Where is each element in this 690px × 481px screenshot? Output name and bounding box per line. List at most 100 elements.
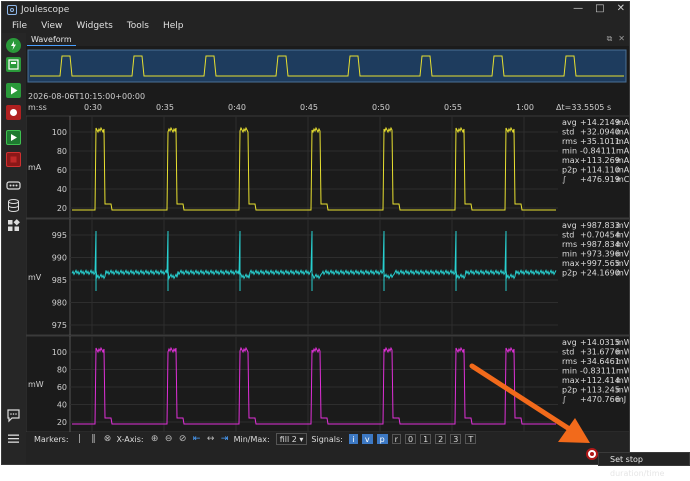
stat-unit: mA (616, 137, 630, 146)
stat-unit: mW (616, 338, 630, 347)
overview-strip[interactable] (27, 49, 627, 83)
jump-end-icon[interactable]: ⇥ (220, 434, 230, 444)
menu-widgets[interactable]: Widgets (76, 21, 112, 31)
y-tick-label: 100 (52, 128, 67, 137)
y-tick-label: 80 (57, 366, 67, 375)
power-icon[interactable] (6, 38, 21, 53)
tab-waveform[interactable]: Waveform (27, 34, 76, 47)
zoom-out-icon[interactable]: ⊖ (164, 434, 174, 444)
signal-toggle-3[interactable]: 3 (450, 434, 462, 444)
plot-power[interactable]: mW10080604020avg+14.0315mWstd+31.6776mWr… (26, 335, 630, 432)
menu-file[interactable]: File (12, 21, 27, 31)
dock-float-icon[interactable]: ⧉ (607, 34, 613, 44)
chat-icon[interactable] (6, 408, 21, 423)
dual-marker-icon[interactable]: ‖ (89, 434, 99, 444)
record-dot-icon (590, 452, 594, 456)
plot-voltage[interactable]: mV995990985980975avg +987.833mVstd +0.7045… (26, 218, 630, 336)
menu-bar: File View Widgets Tools Help (2, 18, 629, 33)
signal-toggle-v[interactable]: v (361, 434, 373, 444)
record-stats-icon[interactable] (6, 152, 21, 167)
y-tick-label: 20 (57, 418, 67, 427)
plot-current[interactable]: mA10080604020avg +14.2149mAstd +32.0940mAr… (26, 115, 630, 219)
stat-label: max (562, 376, 580, 385)
screenshot-icon[interactable] (6, 57, 21, 72)
stat-label: min (562, 250, 577, 259)
stat-label: ∫ (562, 175, 566, 184)
menu-tools[interactable]: Tools (127, 21, 149, 31)
maximize-icon[interactable]: □ (595, 3, 604, 14)
stat-label: p2p (562, 166, 577, 175)
close-icon[interactable]: ✕ (617, 3, 625, 14)
stat-label: std (562, 128, 574, 137)
hamburger-icon[interactable] (6, 431, 21, 446)
x-tick-label: 0:30 (84, 103, 102, 112)
x-tick-label: 0:45 (300, 103, 318, 112)
minmax-select[interactable]: fill 2 ▾ (275, 433, 308, 445)
stat-label: avg (562, 221, 577, 230)
y-tick-label: 995 (52, 231, 67, 240)
stat-value: +113.245 (580, 386, 620, 395)
stat-value: +32.0940 (580, 128, 620, 137)
stat-unit: mJ (616, 395, 626, 404)
stat-value: +987.834 (580, 240, 620, 249)
device-icon[interactable] (6, 178, 21, 193)
x-tick-label: 0:40 (228, 103, 246, 112)
sidebar (2, 33, 26, 464)
signal-toggle-i[interactable]: i (348, 434, 358, 444)
joulescope-logo-icon (7, 5, 17, 15)
signal-toggle-p[interactable]: p (376, 434, 388, 444)
jump-start-icon[interactable]: ⇤ (192, 434, 202, 444)
window-title: Joulescope (21, 5, 70, 15)
stat-unit: mW (616, 376, 630, 385)
signal-toggle-2[interactable]: 2 (435, 434, 447, 444)
stat-value: +112.414 (580, 376, 620, 385)
stat-unit: mA (616, 128, 630, 137)
signal-toggle-1[interactable]: 1 (420, 434, 432, 444)
signal-toggle-r[interactable]: r (391, 434, 401, 444)
y-tick-label: 980 (52, 299, 67, 308)
stat-label: rms (562, 357, 577, 366)
stop-duration-button[interactable] (586, 448, 598, 460)
y-tick-label: 100 (52, 348, 67, 357)
stat-value: +35.1011 (580, 137, 620, 146)
zoom-all-icon[interactable]: ⊘ (178, 434, 188, 444)
stat-unit: mA (616, 156, 630, 165)
stat-label: min (562, 147, 577, 156)
clear-markers-icon[interactable]: ⊗ (103, 434, 113, 444)
stat-value: +973.396 (580, 250, 620, 259)
zoom-in-icon[interactable]: ⊕ (150, 434, 160, 444)
menu-view[interactable]: View (41, 21, 62, 31)
stat-unit: mA (616, 147, 630, 156)
signal-toggle-0[interactable]: 0 (404, 434, 417, 444)
widgets-icon[interactable] (6, 218, 21, 233)
stat-unit: mV (616, 231, 630, 240)
stat-value: +113.269 (580, 156, 620, 165)
single-marker-icon[interactable]: | (75, 434, 85, 444)
stat-label: max (562, 259, 580, 268)
signal-toggle-t[interactable]: T (465, 434, 477, 444)
y-tick-label: 975 (52, 321, 67, 330)
app-window: Joulescope — □ ✕ File View Widgets Tools… (1, 1, 630, 465)
y-tick-label: 40 (57, 401, 67, 410)
minmax-label: Min/Max: (233, 434, 270, 444)
record-icon[interactable] (6, 105, 21, 120)
y-tick-label: 40 (57, 185, 67, 194)
stat-label: p2p (562, 386, 577, 395)
stat-unit: mV (616, 250, 630, 259)
play-stats-icon[interactable] (6, 130, 21, 145)
tooltip: Set stop duration/time (598, 452, 690, 478)
dock-close-icon[interactable]: ✕ (618, 34, 625, 44)
stat-value: +34.6461 (580, 357, 620, 366)
time-axis-label: m:ss (28, 103, 47, 112)
minimize-icon[interactable]: — (573, 3, 583, 14)
stat-value: -0.84111 (580, 147, 616, 156)
menu-help[interactable]: Help (163, 21, 184, 31)
stat-label: std (562, 231, 574, 240)
waveform-plot-area[interactable]: 2026-08-06T10:15:00+00:00 m:ss Δt=33.550… (26, 46, 630, 432)
pan-icon[interactable]: ↔ (206, 434, 216, 444)
storage-icon[interactable] (6, 198, 21, 213)
y-tick-label: 20 (57, 204, 67, 213)
voltage-unit-label: mV (28, 273, 42, 282)
play-icon[interactable] (6, 83, 21, 98)
stat-value: +0.70454 (580, 231, 620, 240)
